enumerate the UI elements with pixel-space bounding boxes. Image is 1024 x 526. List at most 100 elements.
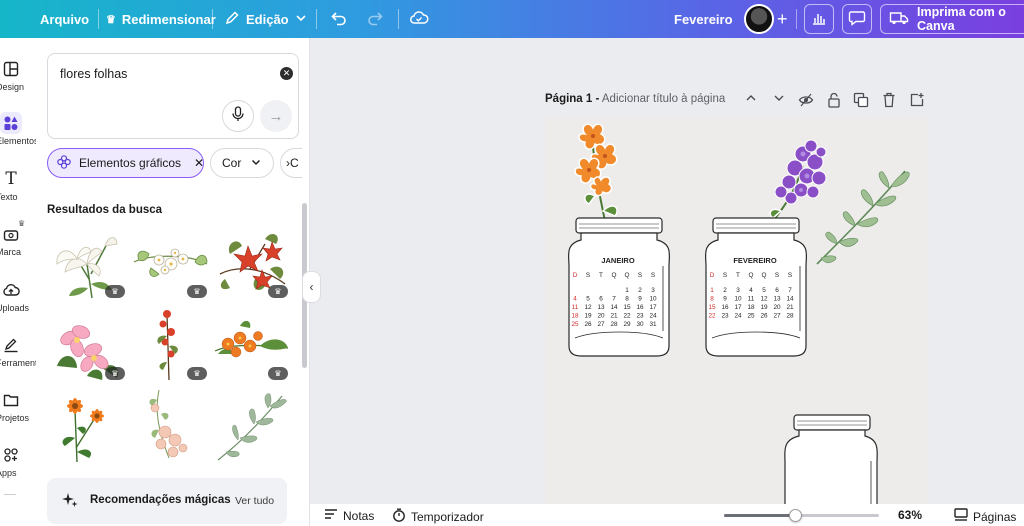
calendar-day: 25 (747, 313, 755, 320)
calendar-day: 19 (760, 304, 768, 311)
insights-button[interactable] (804, 4, 834, 34)
calendar-day: 6 (775, 287, 779, 294)
calendar-day: 6 (599, 296, 603, 303)
magic-recommendations[interactable]: Recomendações mágicas Ver tudo (47, 478, 287, 524)
filter-chip-graphics[interactable]: Elementos gráficos ✕ (47, 148, 204, 178)
zoom-slider-handle[interactable] (789, 509, 803, 522)
calendar-day: 1 (625, 287, 629, 294)
calendar-day: 23 (636, 313, 644, 320)
calendar-day: 8 (625, 296, 629, 303)
rail-label: Apps (0, 468, 17, 478)
result-red-flowers[interactable]: ♛ (210, 224, 290, 300)
submit-search-button[interactable]: → (260, 100, 292, 132)
calendar-weekday: S (651, 272, 655, 279)
green-leaf-sticker[interactable] (816, 170, 910, 265)
calendar-day: 3 (651, 287, 655, 294)
calendar-day: 1 (710, 287, 714, 294)
hide-page-icon[interactable] (798, 92, 814, 108)
chevron-down-icon (295, 12, 307, 27)
clear-search-icon[interactable]: ✕ (280, 67, 293, 80)
crown-icon: ♛ (106, 13, 116, 26)
redo-button[interactable] (366, 0, 384, 38)
calendar-day: 17 (734, 304, 742, 311)
zoom-slider[interactable] (724, 509, 879, 522)
rail-item-elements[interactable]: Elementos (0, 112, 36, 146)
calendar-day: 19 (584, 313, 592, 320)
calendar-weekday: S (775, 272, 779, 279)
cloud-save-button[interactable] (409, 0, 429, 38)
premium-crown-icon: ♛ (187, 367, 207, 380)
filter-chip-label: Elementos gráficos (79, 156, 182, 170)
filter-chip-color[interactable]: Cor (210, 148, 274, 178)
rail-item-brand[interactable]: Marca ♛ (0, 219, 36, 257)
rail-item-apps[interactable]: Apps (0, 444, 36, 478)
rail-item-uploads[interactable]: Uploads (0, 279, 36, 313)
trash-icon[interactable] (881, 92, 897, 108)
rail-item-design[interactable]: Design (0, 58, 36, 92)
calendar-month-title: FEVEREIRO (733, 256, 777, 265)
calendar-day: 9 (723, 296, 727, 303)
notes-label: Notas (343, 508, 375, 523)
result-orange-daisies[interactable] (47, 388, 127, 464)
filter-chip-label: Cor (222, 156, 242, 170)
result-orange-bouquet[interactable]: ♛ (210, 306, 290, 382)
print-with-canva-button[interactable]: Imprima com o Canva (880, 4, 1024, 34)
results-title: Resultados da busca (47, 204, 163, 216)
duplicate-page-icon[interactable] (853, 92, 869, 108)
zoom-level[interactable]: 63% (898, 508, 922, 522)
chevron-down-icon (251, 156, 261, 170)
chevron-up-icon[interactable] (743, 92, 759, 108)
calendar-day: 5 (586, 296, 590, 303)
page-artwork: JANEIRO D S T Q Q S S1 2 34 5 6 7 8 9 1011 12 13 14 15 16 17… (567, 123, 910, 509)
result-pink-plumeria[interactable]: ♛ (47, 306, 127, 382)
collapse-panel-button[interactable]: ‹ (302, 271, 321, 303)
premium-crown-icon: ♛ (187, 285, 207, 298)
close-icon[interactable]: ✕ (194, 156, 203, 170)
file-menu-button[interactable]: Arquivo (40, 0, 89, 38)
search-input[interactable] (60, 67, 260, 81)
result-lily[interactable]: ♛ (47, 224, 127, 300)
divider (4, 494, 16, 495)
calendar-day: 10 (649, 296, 657, 303)
notes-button[interactable]: Notas (324, 508, 374, 523)
design-page[interactable]: JANEIRO D S T Q Q S S 1 2 3 4 5 6 7 8 9 10 11 12 13 14 15 16 17… (545, 116, 928, 509)
document-title[interactable]: Fevereiro (674, 0, 733, 38)
edit-mode-button[interactable]: Edição (224, 0, 307, 38)
orange-flower-sticker[interactable] (574, 123, 618, 222)
calendar-day: 11 (748, 296, 755, 303)
purple-flower-sticker[interactable] (769, 139, 827, 222)
jar-empty[interactable] (784, 414, 878, 509)
rail-label: Uploads (0, 303, 30, 313)
filter-chip-more[interactable]: ›C (280, 148, 302, 178)
calendar-weekday: Q (749, 272, 754, 279)
sparkles-icon (61, 491, 79, 514)
voice-search-button[interactable] (222, 100, 254, 132)
see-all-link[interactable]: Ver tudo (235, 495, 274, 507)
pages-button[interactable]: Páginas (954, 508, 1016, 525)
rail-item-tools[interactable]: Ferramentas (0, 334, 36, 368)
calendar-day: 26 (584, 321, 592, 328)
avatar[interactable] (744, 4, 774, 34)
comments-button[interactable] (842, 4, 872, 34)
add-collaborator-button[interactable]: + (777, 0, 788, 38)
rail-item-projects[interactable]: Projetos (0, 389, 36, 423)
rail-item-text[interactable]: T Texto (0, 168, 36, 202)
result-white-flowers[interactable]: ♛ (129, 224, 209, 300)
lock-icon[interactable] (826, 92, 842, 108)
microphone-icon (231, 105, 245, 127)
result-green-leaves[interactable] (210, 388, 290, 464)
calendar-day: 30 (636, 321, 644, 328)
add-page-icon[interactable] (909, 92, 925, 108)
plus-icon: + (777, 8, 788, 29)
resize-button[interactable]: ♛ Redimensionar (106, 0, 216, 38)
search-box: ✕ → (47, 53, 299, 139)
calendar-day: 16 (721, 304, 729, 311)
calendar-day: 25 (571, 321, 579, 328)
undo-button[interactable] (330, 0, 348, 38)
timer-button[interactable]: Temporizador (392, 508, 484, 525)
calendar-day: 5 (762, 287, 766, 294)
result-red-sprig[interactable]: ♛ (129, 306, 209, 382)
result-peach-flowers[interactable] (129, 388, 209, 464)
page-title-input[interactable]: Adicionar título à página (602, 93, 725, 105)
chevron-down-icon[interactable] (771, 92, 787, 108)
